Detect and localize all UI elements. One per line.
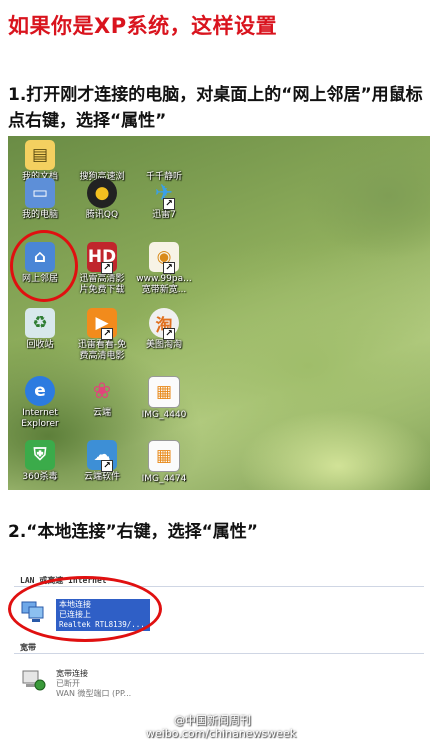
watermark-url: weibo.com/chinanewsweek [146,727,297,740]
broadband-icon [20,668,46,691]
desktop-icon-cloud[interactable]: ❀ 云端 [72,376,132,419]
desktop-icon-img-4474[interactable]: ▦ IMG_4474 [134,440,194,485]
desktop-icon-thunder7[interactable]: ✈ 迅雷7 [134,178,194,221]
desktop-icon-360-antivirus[interactable]: ⛨ 360杀毒 [10,440,70,483]
xp-desktop-screenshot: ▤ 我的文档 ▭ 我的电脑 ⌂ 网上邻居 ♻ 回收站 e Internet Ex… [8,136,430,490]
step-1-instruction: 1.打开刚才连接的电脑，对桌面上的“网上邻居”用鼠标点右键，选择“属性” [8,85,423,131]
my-documents-icon: ▤ [25,140,55,170]
meitu-icon: 淘 [149,308,179,340]
highlight-circle [8,576,162,642]
desktop-icon-ttplayer[interactable]: 千千静听 [134,140,194,183]
desktop-icon-qq[interactable]: ● 腾讯QQ [72,178,132,221]
kankan-icon: ▶ [87,308,117,340]
hd-movie-icon: HD [87,242,117,274]
desktop-icon-img-4440[interactable]: ▦ IMG_4440 [134,376,194,421]
network-connections-screenshot: LAN 或高速 Internet 本地连接 已连接上 Realtek RTL81… [8,572,430,744]
desktop-icon-hd-movie[interactable]: HD 迅雷高清影 片免费下载 [72,242,132,296]
qq-penguin-icon: ● [87,178,117,208]
cloud-software-icon: ☁ [87,440,117,472]
desktop-icon-my-documents[interactable]: ▤ 我的文档 [10,140,70,183]
sogou-browser-icon [87,140,117,170]
broadband-connection-item[interactable]: 宽带连接 已断开 WAN 微型端口 (PP... [56,669,131,699]
desktop-icon-web-shortcut[interactable]: ◉ www.99pa... 宽带新宽... [134,242,194,296]
cloud-icon: ❀ [92,378,112,404]
desktop-icon-meitu[interactable]: 淘 美图淘淘 [134,308,194,351]
desktop-icon-recycle-bin[interactable]: ♻ 回收站 [10,308,70,351]
page-title: 如果你是XP系统，这样设置 [8,14,278,38]
desktop-icon-internet-explorer[interactable]: e Internet Explorer [10,376,70,430]
ttplayer-icon [149,140,179,170]
group-header-broadband: 宽带 [20,643,36,652]
bb-device: WAN 微型端口 (PP... [56,689,132,698]
recycle-bin-icon: ♻ [25,308,55,338]
bb-name: 宽带连接 [56,669,88,678]
bb-status: 已断开 [56,679,80,688]
image-file-icon: ▦ [148,376,180,408]
highlight-circle [10,230,78,302]
divider [14,653,424,654]
desktop-icon-kankan[interactable]: ▶ 迅雷看看-免 费高清电影 [72,308,132,362]
desktop-icon-cloud-software[interactable]: ☁ 云端软件 [72,440,132,483]
thunder-bird-icon: ✈ [149,178,179,210]
ie-icon: e [25,376,55,406]
image-file-icon: ▦ [148,440,180,472]
my-computer-icon: ▭ [25,178,55,208]
desktop-icon-my-computer[interactable]: ▭ 我的电脑 [10,178,70,221]
step-2-instruction: 2.“本地连接”右键，选择“属性” [8,522,258,542]
watermark-account: @中国新闻周刊 [174,714,251,727]
antivirus-shield-icon: ⛨ [25,440,55,470]
web-shortcut-icon: ◉ [149,242,179,274]
